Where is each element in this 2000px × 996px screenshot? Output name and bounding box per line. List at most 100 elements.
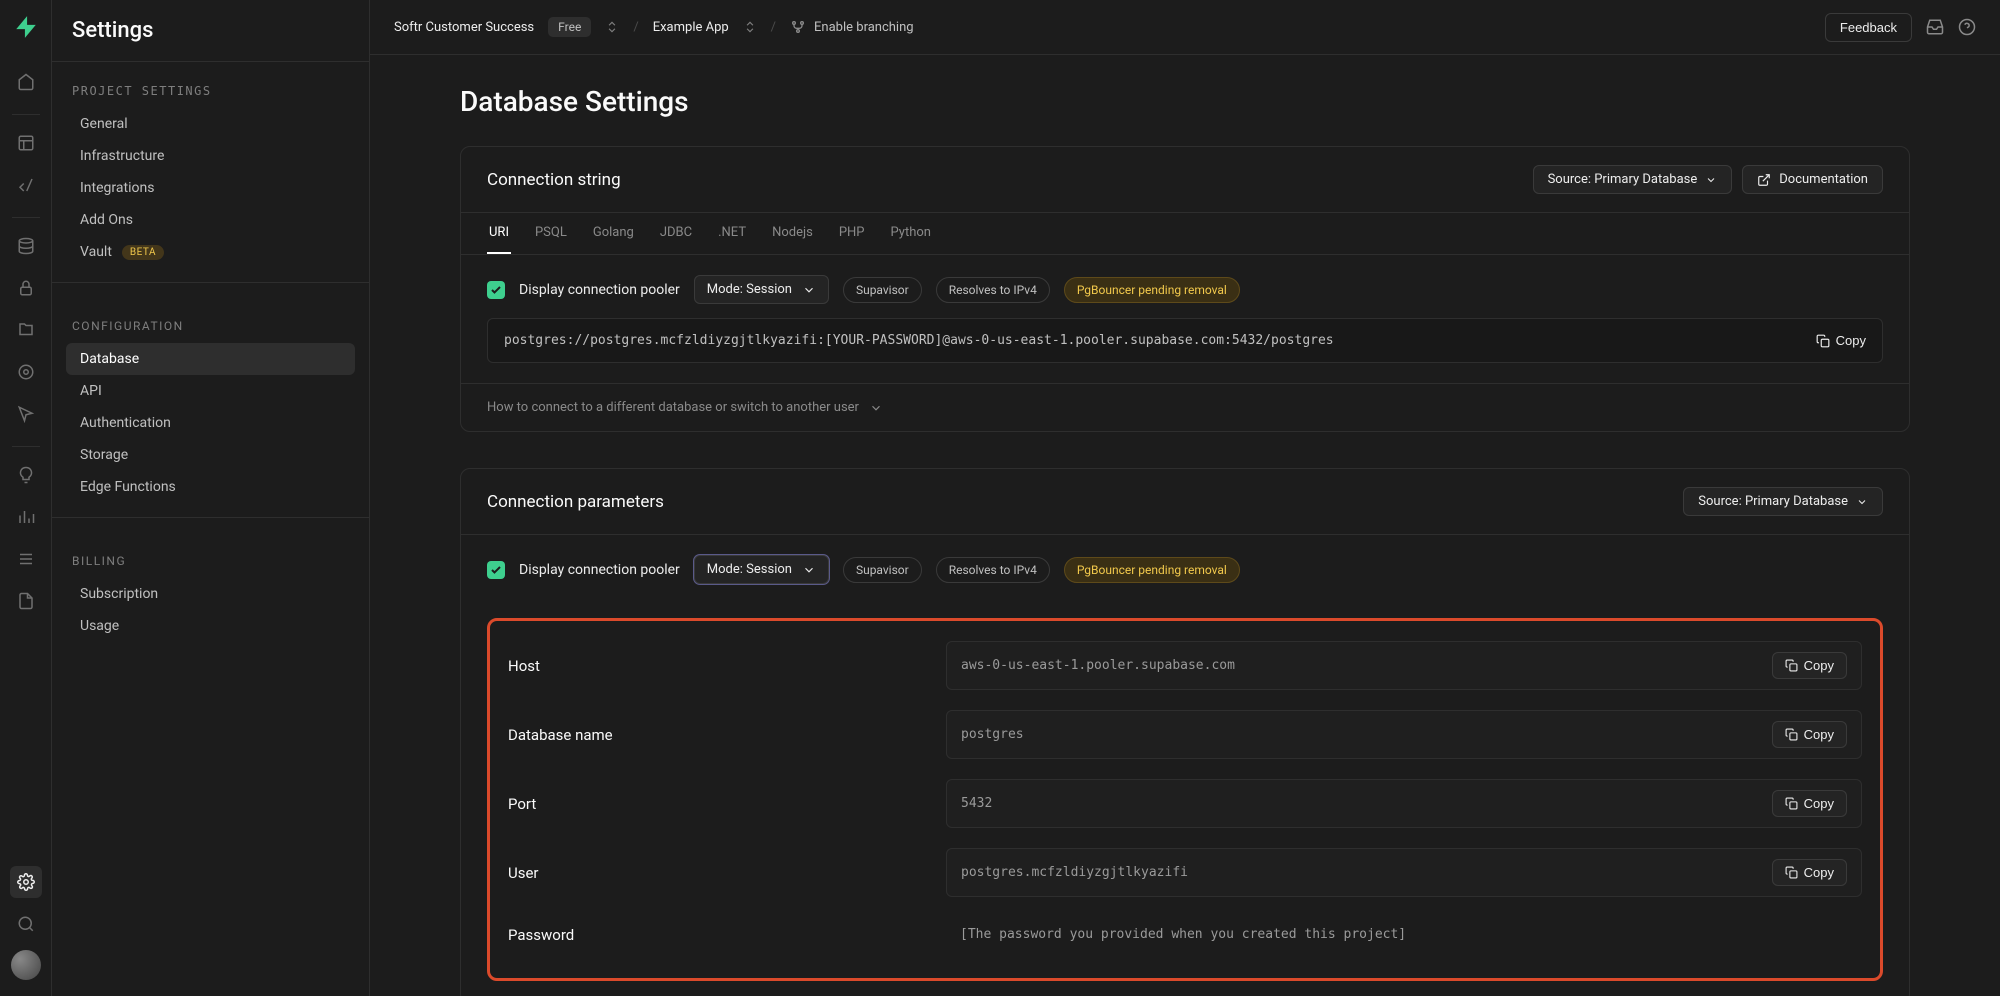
sidebar-item-infrastructure[interactable]: Infrastructure	[66, 140, 355, 172]
copy-port-button[interactable]: Copy	[1772, 790, 1847, 817]
language-tabs: URI PSQL Golang JDBC .NET Nodejs PHP Pyt…	[461, 213, 1909, 255]
params-supavisor-chip: Supavisor	[843, 557, 922, 583]
password-value: [The password you provided when you crea…	[960, 927, 1406, 942]
connection-string-value: postgres://postgres.mcfzldiyzgjtlkyazifi…	[487, 318, 1883, 363]
supavisor-chip: Supavisor	[843, 277, 922, 303]
params-mode-select[interactable]: Mode: Session	[694, 555, 829, 584]
tab-jdbc[interactable]: JDBC	[658, 213, 694, 254]
section-configuration: CONFIGURATION	[52, 297, 369, 343]
tab-php[interactable]: PHP	[837, 213, 867, 254]
edge-functions-icon[interactable]	[10, 356, 42, 388]
project-switcher-icon[interactable]	[743, 20, 757, 34]
user-avatar[interactable]	[11, 950, 41, 980]
param-row-password: Password [The password you provided when…	[508, 907, 1862, 962]
connection-string-card: Connection string Source: Primary Databa…	[460, 146, 1910, 432]
sidebar-item-integrations[interactable]: Integrations	[66, 172, 355, 204]
copy-icon	[1816, 334, 1830, 348]
inbox-icon[interactable]	[1926, 18, 1944, 36]
database-icon[interactable]	[10, 230, 42, 262]
ipv4-chip: Resolves to IPv4	[936, 277, 1050, 303]
feedback-button[interactable]: Feedback	[1825, 13, 1912, 42]
content-scroll: Database Settings Connection string Sour…	[370, 55, 2000, 996]
sidebar-item-database[interactable]: Database	[66, 343, 355, 375]
sidebar-item-vault[interactable]: Vault BETA	[66, 236, 355, 268]
chevron-down-icon	[1705, 174, 1717, 186]
api-docs-icon[interactable]	[10, 585, 42, 617]
sidebar-item-authentication[interactable]: Authentication	[66, 407, 355, 439]
plan-badge: Free	[548, 17, 591, 37]
sidebar-item-api[interactable]: API	[66, 375, 355, 407]
tab-psql[interactable]: PSQL	[533, 213, 569, 254]
copy-icon	[1785, 728, 1798, 741]
advisors-icon[interactable]	[10, 459, 42, 491]
breadcrumb-project[interactable]: Example App	[653, 20, 729, 35]
settings-icon[interactable]	[10, 866, 42, 898]
sidebar-item-general[interactable]: General	[66, 108, 355, 140]
tab-python[interactable]: Python	[889, 213, 933, 254]
auth-icon[interactable]	[10, 272, 42, 304]
icon-rail	[0, 0, 52, 996]
tab-nodejs[interactable]: Nodejs	[770, 213, 815, 254]
sidebar-item-edge-functions[interactable]: Edge Functions	[66, 471, 355, 503]
sql-editor-icon[interactable]	[10, 169, 42, 201]
param-row-database: Database name postgres Copy	[508, 700, 1862, 769]
external-link-icon	[1757, 173, 1771, 187]
check-icon	[490, 564, 502, 576]
source-dropdown[interactable]: Source: Primary Database	[1533, 165, 1733, 194]
supabase-logo-icon[interactable]	[13, 14, 39, 40]
sidebar-item-usage[interactable]: Usage	[66, 610, 355, 642]
help-icon[interactable]	[1958, 18, 1976, 36]
beta-badge: BETA	[122, 245, 164, 260]
sidebar-item-subscription[interactable]: Subscription	[66, 578, 355, 610]
user-value: postgres.mcfzldiyzgjtlkyazifi	[961, 865, 1188, 880]
breadcrumb-sep: /	[633, 20, 638, 35]
check-icon	[490, 284, 502, 296]
pooler-checkbox[interactable]	[487, 281, 505, 299]
param-row-user: User postgres.mcfzldiyzgjtlkyazifi Copy	[508, 838, 1862, 907]
tab-uri[interactable]: URI	[487, 213, 511, 254]
params-pooler-checkbox[interactable]	[487, 561, 505, 579]
branch-icon	[790, 19, 806, 35]
realtime-icon[interactable]	[10, 398, 42, 430]
documentation-link[interactable]: Documentation	[1742, 165, 1883, 194]
vault-label: Vault	[80, 244, 112, 260]
storage-icon[interactable]	[10, 314, 42, 346]
connection-params-card: Connection parameters Source: Primary Da…	[460, 468, 1910, 996]
table-editor-icon[interactable]	[10, 127, 42, 159]
org-switcher-icon[interactable]	[605, 20, 619, 34]
search-icon[interactable]	[10, 908, 42, 940]
sidebar-item-storage[interactable]: Storage	[66, 439, 355, 471]
copy-database-button[interactable]: Copy	[1772, 721, 1847, 748]
highlighted-params-area: Host aws-0-us-east-1.pooler.supabase.com…	[487, 618, 1883, 981]
enable-branching-button[interactable]: Enable branching	[790, 19, 914, 35]
copy-icon	[1785, 659, 1798, 672]
database-value: postgres	[961, 727, 1024, 742]
mode-select[interactable]: Mode: Session	[694, 275, 829, 304]
params-source-dropdown[interactable]: Source: Primary Database	[1683, 487, 1883, 516]
section-billing: BILLING	[52, 532, 369, 578]
breadcrumb-org[interactable]: Softr Customer Success	[394, 20, 534, 35]
section-project-settings: PROJECT SETTINGS	[52, 62, 369, 108]
param-row-host: Host aws-0-us-east-1.pooler.supabase.com…	[508, 631, 1862, 700]
tab-dotnet[interactable]: .NET	[716, 213, 748, 254]
copy-host-button[interactable]: Copy	[1772, 652, 1847, 679]
param-row-port: Port 5432 Copy	[508, 769, 1862, 838]
host-value: aws-0-us-east-1.pooler.supabase.com	[961, 658, 1235, 673]
pgbouncer-chip: PgBouncer pending removal	[1064, 277, 1240, 303]
reports-icon[interactable]	[10, 501, 42, 533]
copy-user-button[interactable]: Copy	[1772, 859, 1847, 886]
breadcrumb-sep: /	[771, 20, 776, 35]
params-pgbouncer-chip: PgBouncer pending removal	[1064, 557, 1240, 583]
home-icon[interactable]	[10, 66, 42, 98]
logs-icon[interactable]	[10, 543, 42, 575]
tab-golang[interactable]: Golang	[591, 213, 636, 254]
main-area: Softr Customer Success Free / Example Ap…	[370, 0, 2000, 996]
pooler-label: Display connection pooler	[519, 282, 680, 298]
copy-button[interactable]: Copy	[1816, 333, 1866, 348]
page-title: Database Settings	[460, 85, 1910, 118]
expand-help-row[interactable]: How to connect to a different database o…	[461, 383, 1909, 431]
settings-sidebar: Settings PROJECT SETTINGS General Infras…	[52, 0, 370, 996]
copy-icon	[1785, 797, 1798, 810]
sidebar-title: Settings	[52, 0, 369, 62]
sidebar-item-addons[interactable]: Add Ons	[66, 204, 355, 236]
